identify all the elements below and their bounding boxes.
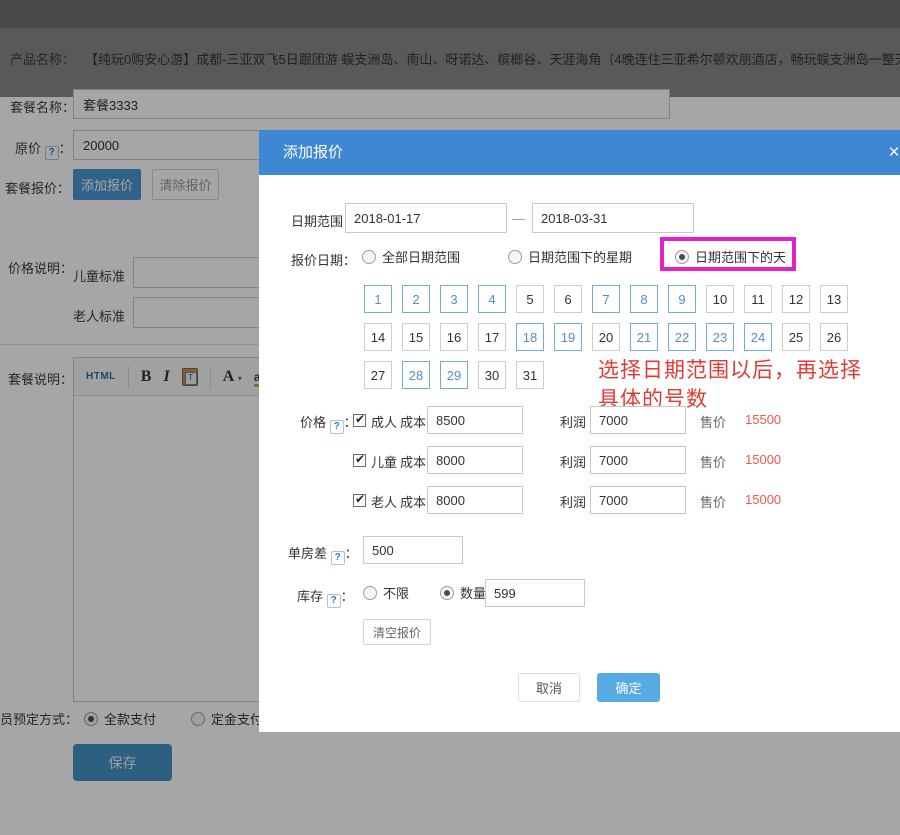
- day-cell-25[interactable]: 25: [782, 323, 810, 351]
- day-cell-16[interactable]: 16: [440, 323, 468, 351]
- day-cell-11[interactable]: 11: [744, 285, 772, 313]
- day-cell-31[interactable]: 31: [516, 361, 544, 389]
- day-cell-7[interactable]: 7: [592, 285, 620, 313]
- price-label: 价格 ?：: [300, 412, 357, 434]
- radio-weekdays-label: 日期范围下的星期: [528, 247, 632, 266]
- day-cell-19[interactable]: 19: [554, 323, 582, 351]
- sale-label: 售价: [700, 492, 726, 511]
- day-cell-22[interactable]: 22: [668, 323, 696, 351]
- day-cell-20[interactable]: 20: [592, 323, 620, 351]
- profit-label: 利润: [560, 452, 586, 471]
- single-room-input[interactable]: [363, 536, 463, 564]
- stock-quantity-option[interactable]: 数量: [440, 583, 486, 602]
- cost-label: 成本: [400, 412, 426, 431]
- cancel-button[interactable]: 取消: [518, 673, 580, 702]
- confirm-button[interactable]: 确定: [597, 673, 660, 702]
- senior-sale-value: 15000: [745, 492, 781, 507]
- radio-all-dates[interactable]: [362, 250, 376, 264]
- day-cell-3[interactable]: 3: [440, 285, 468, 313]
- senior-label: 老人: [371, 492, 397, 511]
- senior-checkbox[interactable]: [353, 494, 366, 507]
- day-cell-2[interactable]: 2: [402, 285, 430, 313]
- child-checkbox[interactable]: [353, 454, 366, 467]
- adult-checkbox[interactable]: [353, 414, 366, 427]
- stock-unlimited-option[interactable]: 不限: [363, 583, 409, 602]
- colon: ：: [341, 589, 354, 604]
- cost-label: 成本: [400, 492, 426, 511]
- date-range-separator: —: [512, 211, 525, 226]
- adult-label: 成人: [371, 412, 397, 431]
- adult-sale-value: 15500: [745, 412, 781, 427]
- day-cell-21[interactable]: 21: [630, 323, 658, 351]
- stock-unlimited-label: 不限: [383, 583, 409, 602]
- radio-days[interactable]: [675, 250, 689, 264]
- day-cell-29[interactable]: 29: [440, 361, 468, 389]
- quote-date-option-weekday[interactable]: 日期范围下的星期: [508, 247, 632, 266]
- stock-quantity-radio[interactable]: [440, 586, 454, 600]
- senior-profit-input[interactable]: [590, 486, 686, 514]
- child-cost-input[interactable]: [427, 446, 523, 474]
- single-room-label: 单房差 ?：: [288, 543, 358, 565]
- stock-label: 库存 ?：: [297, 586, 354, 608]
- stock-unlimited-radio[interactable]: [363, 586, 377, 600]
- day-cell-12[interactable]: 12: [782, 285, 810, 313]
- price-text: 价格: [300, 415, 326, 430]
- day-cell-5[interactable]: 5: [516, 285, 544, 313]
- profit-label: 利润: [560, 412, 586, 431]
- day-cell-13[interactable]: 13: [820, 285, 848, 313]
- clear-all-quotes-button[interactable]: 清空报价: [363, 619, 431, 645]
- day-cell-15[interactable]: 15: [402, 323, 430, 351]
- radio-days-label: 日期范围下的天: [695, 247, 786, 266]
- price-row-child: 儿童 成本 利润 售价 15000: [259, 445, 900, 475]
- help-icon[interactable]: ?: [327, 594, 341, 608]
- radio-weekdays[interactable]: [508, 250, 522, 264]
- price-row-adult: 价格 ?： 成人 成本 利润 售价 15500: [259, 405, 900, 435]
- day-cell-17[interactable]: 17: [478, 323, 506, 351]
- help-icon[interactable]: ?: [330, 420, 344, 434]
- day-cell-24[interactable]: 24: [744, 323, 772, 351]
- radio-all-dates-label: 全部日期范围: [382, 247, 460, 266]
- day-cell-30[interactable]: 30: [478, 361, 506, 389]
- day-cell-4[interactable]: 4: [478, 285, 506, 313]
- adult-cost-input[interactable]: [427, 406, 523, 434]
- day-cell-26[interactable]: 26: [820, 323, 848, 351]
- day-cell-18[interactable]: 18: [516, 323, 544, 351]
- modal-header: 添加报价 ×: [259, 130, 900, 175]
- day-cell-8[interactable]: 8: [630, 285, 658, 313]
- close-icon[interactable]: ×: [882, 130, 900, 175]
- price-row-senior: 老人 成本 利润 售价 15000: [259, 485, 900, 515]
- adult-profit-input[interactable]: [590, 406, 686, 434]
- day-cell-14[interactable]: 14: [364, 323, 392, 351]
- date-range-end-input[interactable]: [532, 203, 694, 233]
- day-cell-9[interactable]: 9: [668, 285, 696, 313]
- senior-cost-input[interactable]: [427, 486, 523, 514]
- quote-date-option-all[interactable]: 全部日期范围: [362, 247, 460, 266]
- child-profit-input[interactable]: [590, 446, 686, 474]
- modal-title: 添加报价: [283, 130, 343, 175]
- stock-quantity-input[interactable]: [485, 579, 585, 607]
- sale-label: 售价: [700, 452, 726, 471]
- add-quote-modal: 添加报价 × 日期范围： — 报价日期： 全部日期范围 日期范围下的星期 日期范…: [259, 130, 900, 732]
- quote-date-label: 报价日期：: [291, 250, 356, 269]
- day-cell-27[interactable]: 27: [364, 361, 392, 389]
- profit-label: 利润: [560, 492, 586, 511]
- date-range-start-input[interactable]: [345, 203, 507, 233]
- child-sale-value: 15000: [745, 452, 781, 467]
- stock-quantity-label: 数量: [460, 583, 486, 602]
- sale-label: 售价: [700, 412, 726, 431]
- stock-text: 库存: [297, 589, 323, 604]
- child-label: 儿童: [371, 452, 397, 471]
- day-cell-23[interactable]: 23: [706, 323, 734, 351]
- day-cell-10[interactable]: 10: [706, 285, 734, 313]
- annotation-line1: 选择日期范围以后，再选择: [598, 354, 862, 384]
- quote-date-option-days[interactable]: 日期范围下的天: [675, 247, 786, 266]
- day-cell-1[interactable]: 1: [364, 285, 392, 313]
- day-cell-6[interactable]: 6: [554, 285, 582, 313]
- single-room-text: 单房差: [288, 546, 327, 561]
- cost-label: 成本: [400, 452, 426, 471]
- day-cell-28[interactable]: 28: [402, 361, 430, 389]
- colon: ：: [345, 546, 358, 561]
- help-icon[interactable]: ?: [331, 551, 345, 565]
- page: 产品名称： 【纯玩0购安心游】成都-三亚双飞5日跟团游 蜈支洲岛、南山、呀诺达、…: [0, 0, 900, 835]
